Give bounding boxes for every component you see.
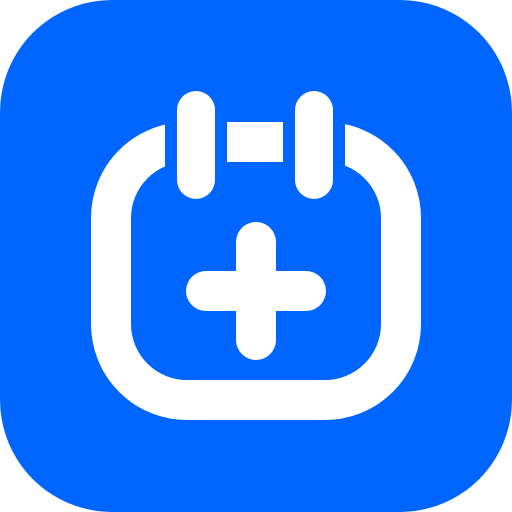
calendar-add-icon	[0, 0, 512, 512]
calendar-add-app-icon[interactable]	[0, 0, 512, 512]
